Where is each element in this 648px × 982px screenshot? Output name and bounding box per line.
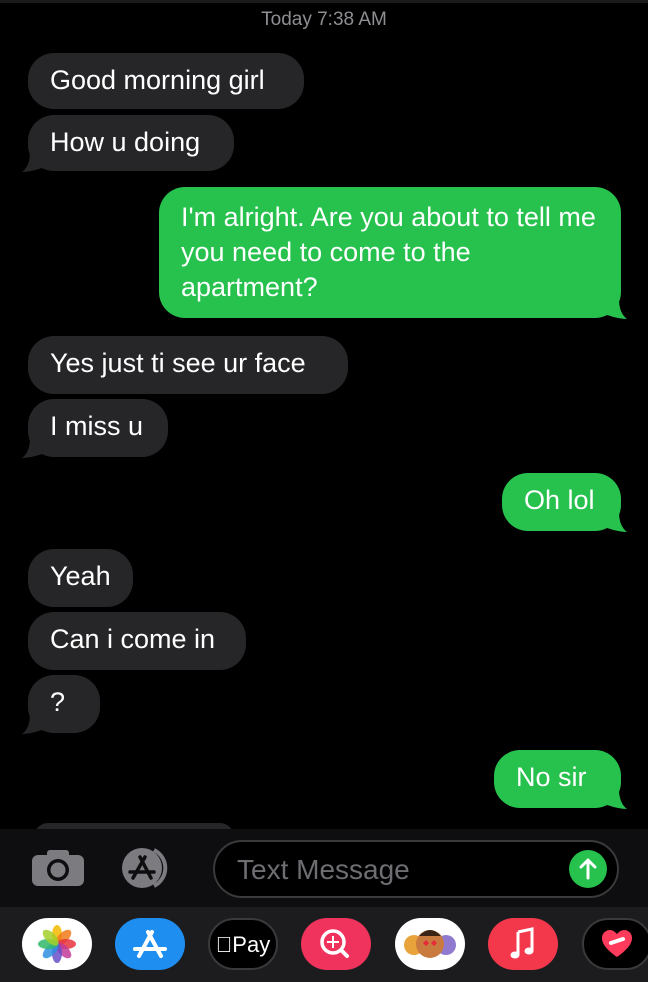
apple-pay-app-button[interactable]: Pay [208,918,278,970]
photos-app-button[interactable] [22,918,92,970]
memoji-icon [404,930,456,958]
bubble-tail [607,789,627,809]
incoming-message[interactable]: Yeah [28,549,133,607]
bubble-tail [607,299,627,319]
incoming-message[interactable]: Good morning girl [28,53,304,109]
camera-button[interactable] [30,848,86,888]
bubble-tail [22,438,42,458]
incoming-message[interactable]: Yes just ti see ur face [28,336,348,394]
message-text: Can i come in [50,624,216,654]
bubble-tail [22,152,42,172]
bubble-tail [607,512,627,532]
digital-touch-app-button[interactable] [582,918,648,970]
outgoing-message[interactable]: Oh lol [502,473,627,532]
message-text: ? [50,687,66,717]
conversation-timestamp: Today 7:38 AM [261,9,387,30]
text-field-placeholder: Text Message [237,854,410,885]
app-store-app-button[interactable] [115,918,185,970]
message-input-bar: Text Message [0,829,648,907]
camera-icon [32,850,84,886]
message-text: Yeah [50,561,111,591]
send-button[interactable] [569,850,607,888]
bubble-tail [22,714,42,734]
message-text: Oh lol [524,485,595,515]
memoji-app-button[interactable] [395,918,465,970]
apple-pay-label: Pay [216,932,270,957]
outgoing-message[interactable]: No sir [494,750,627,809]
message-text-field[interactable]: Text Message [213,840,619,898]
message-text: How u doing [50,127,201,157]
message-text: No sir [516,762,587,792]
app-store-button[interactable] [118,846,182,890]
incoming-message[interactable]: Can i come in [28,612,246,670]
message-text: Yes just ti see ur face [50,348,306,378]
music-icon [510,927,534,959]
photos-icon [38,925,76,963]
message-text: I miss u [50,411,144,441]
app-store-icon [122,848,168,888]
message-text: I'm alright. Are you about to tell me yo… [181,202,596,302]
arrow-up-icon [579,858,597,880]
image-search-icon [320,929,349,958]
incoming-message[interactable]: ? [22,675,100,734]
top-divider [0,0,648,3]
incoming-message[interactable]: I miss u [22,399,168,458]
app-store-icon [133,930,167,958]
app-drawer: Pay [0,907,648,982]
digital-touch-icon [602,930,632,957]
outgoing-message[interactable]: I'm alright. Are you about to tell me yo… [159,187,627,319]
image-search-app-button[interactable] [301,918,371,970]
incoming-message[interactable]: How u doing [22,115,234,172]
message-text: Good morning girl [50,65,265,95]
music-app-button[interactable] [488,918,558,970]
